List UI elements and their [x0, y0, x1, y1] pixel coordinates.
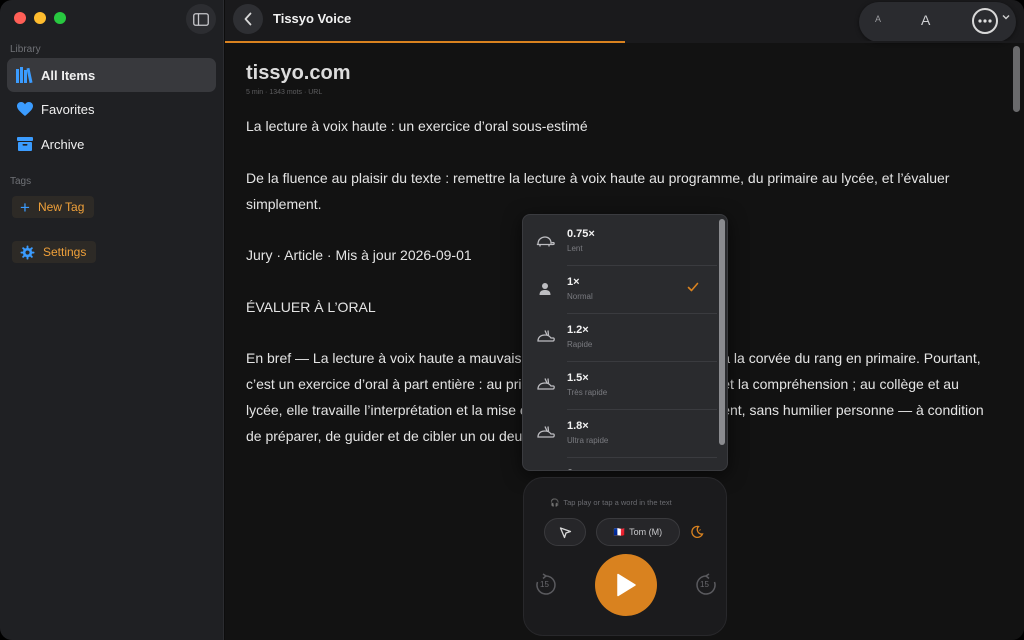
- checkmark-icon: [687, 282, 699, 292]
- player-hint: 🎧 Tap play or tap a word in the text: [550, 498, 672, 507]
- heart-icon: [15, 99, 35, 119]
- settings-label: Settings: [43, 245, 87, 259]
- menu-scrollbar[interactable]: [719, 219, 725, 445]
- voice-label: Tom (M): [629, 527, 663, 537]
- speed-description: Ultra rapide: [567, 436, 609, 445]
- sidebar: Library All Items Favorites Archive Tags…: [0, 0, 224, 640]
- books-icon: [15, 65, 35, 85]
- close-window-button[interactable]: [14, 12, 26, 24]
- speed-value: 0.75×: [567, 228, 595, 240]
- app-title: Tissyo Voice: [273, 11, 352, 26]
- headphones-icon: 🎧: [550, 498, 560, 507]
- chevron-left-icon: [244, 12, 252, 26]
- divider: [567, 457, 717, 458]
- article-site: tissyo.com: [246, 62, 351, 84]
- settings-button[interactable]: Settings: [12, 241, 97, 263]
- more-options-button[interactable]: [972, 8, 998, 34]
- ellipsis-icon: [978, 19, 992, 23]
- gear-icon: [20, 244, 35, 260]
- sleep-timer-icon[interactable]: z: [690, 525, 704, 539]
- locate-button[interactable]: [544, 518, 586, 546]
- sidebar-item-label: All Items: [41, 67, 96, 83]
- library-section-label: Library: [10, 44, 41, 55]
- play-icon: [617, 573, 636, 597]
- new-tag-button[interactable]: + New Tag: [12, 196, 95, 218]
- player-hint-text: Tap play or tap a word in the text: [563, 498, 672, 507]
- new-tag-label: New Tag: [37, 200, 85, 214]
- speed-value: 1.2×: [567, 324, 589, 336]
- reading-progress-bar: [225, 41, 1024, 43]
- voice-selector-button[interactable]: 🇫🇷 Tom (M): [596, 518, 680, 546]
- sidebar-item-label: Archive: [41, 136, 85, 152]
- audio-player: 🎧 Tap play or tap a word in the text 🇫🇷 T…: [523, 477, 727, 636]
- speed-description: Rapide: [567, 340, 593, 349]
- speed-value: 2×: [567, 468, 580, 470]
- sidebar-item-all-items[interactable]: All Items: [7, 58, 216, 92]
- speed-description: Très rapide: [567, 388, 608, 397]
- svg-text:z: z: [699, 527, 701, 532]
- playback-speed-menu: 0.75× Lent 1× Normal 1.2× Rapide 1.5× Tr…: [522, 214, 728, 471]
- speed-option-1-2[interactable]: 1.2× Rapide: [523, 315, 719, 363]
- divider: [567, 409, 717, 410]
- decrease-font-button[interactable]: A: [875, 14, 881, 24]
- flag-icon: 🇫🇷: [613, 526, 626, 537]
- location-arrow-icon: [559, 526, 571, 538]
- article-meta: 5 min · 1343 mots · URL: [246, 89, 323, 96]
- person-icon: [539, 283, 551, 295]
- article-title: La lecture à voix haute : un exercice d’…: [246, 118, 588, 134]
- speed-value: 1.8×: [567, 420, 589, 432]
- speed-option-1-5[interactable]: 1.5× Très rapide: [523, 363, 719, 411]
- speed-value: 1×: [567, 276, 580, 288]
- chevron-down-icon[interactable]: [1002, 14, 1010, 20]
- speed-option-1-8[interactable]: 1.8× Ultra rapide: [523, 411, 719, 459]
- speed-description: Lent: [567, 244, 583, 253]
- reading-progress-fill: [225, 41, 625, 43]
- sidebar-toggle-icon: [193, 12, 209, 26]
- play-button[interactable]: [595, 554, 657, 616]
- reader-controls-pill: A A: [859, 2, 1016, 42]
- speed-option-2[interactable]: 2×: [523, 459, 719, 470]
- back-button[interactable]: [233, 4, 263, 34]
- sidebar-item-label: Favorites: [41, 101, 95, 117]
- sidebar-item-archive[interactable]: Archive: [7, 127, 216, 161]
- speed-option-0-75[interactable]: 0.75× Lent: [523, 219, 719, 267]
- minimize-window-button[interactable]: [34, 12, 46, 24]
- article-scrollbar[interactable]: [1013, 46, 1020, 112]
- toolbar: Tissyo Voice A A: [225, 0, 1024, 43]
- divider: [567, 361, 717, 362]
- article-subtitle: De la fluence au plaisir du texte : reme…: [246, 170, 950, 212]
- skip-back-button[interactable]: 15: [534, 573, 558, 597]
- tortoise-icon: [536, 236, 555, 247]
- divider: [567, 265, 717, 266]
- speed-value: 1.5×: [567, 372, 589, 384]
- plus-icon: +: [20, 197, 30, 217]
- increase-font-button[interactable]: A: [921, 12, 930, 28]
- hare-icon: [537, 426, 555, 438]
- sidebar-item-favorites[interactable]: Favorites: [7, 92, 216, 126]
- zoom-window-button[interactable]: [54, 12, 66, 24]
- skip-back-seconds: 15: [540, 580, 549, 589]
- hare-icon: [537, 378, 555, 390]
- hare-icon: [537, 330, 555, 342]
- archive-box-icon: [15, 134, 35, 154]
- speed-description: Normal: [567, 292, 593, 301]
- article-header: tissyo.com 5 min · 1343 mots · URL: [246, 62, 1006, 96]
- app-window: Library All Items Favorites Archive Tags…: [0, 0, 1024, 640]
- speed-option-1[interactable]: 1× Normal: [523, 267, 719, 315]
- tags-section-label: Tags: [10, 176, 32, 187]
- divider: [567, 313, 717, 314]
- skip-forward-button[interactable]: 15: [694, 573, 718, 597]
- skip-forward-seconds: 15: [700, 580, 709, 589]
- sidebar-toggle-button[interactable]: [186, 4, 216, 34]
